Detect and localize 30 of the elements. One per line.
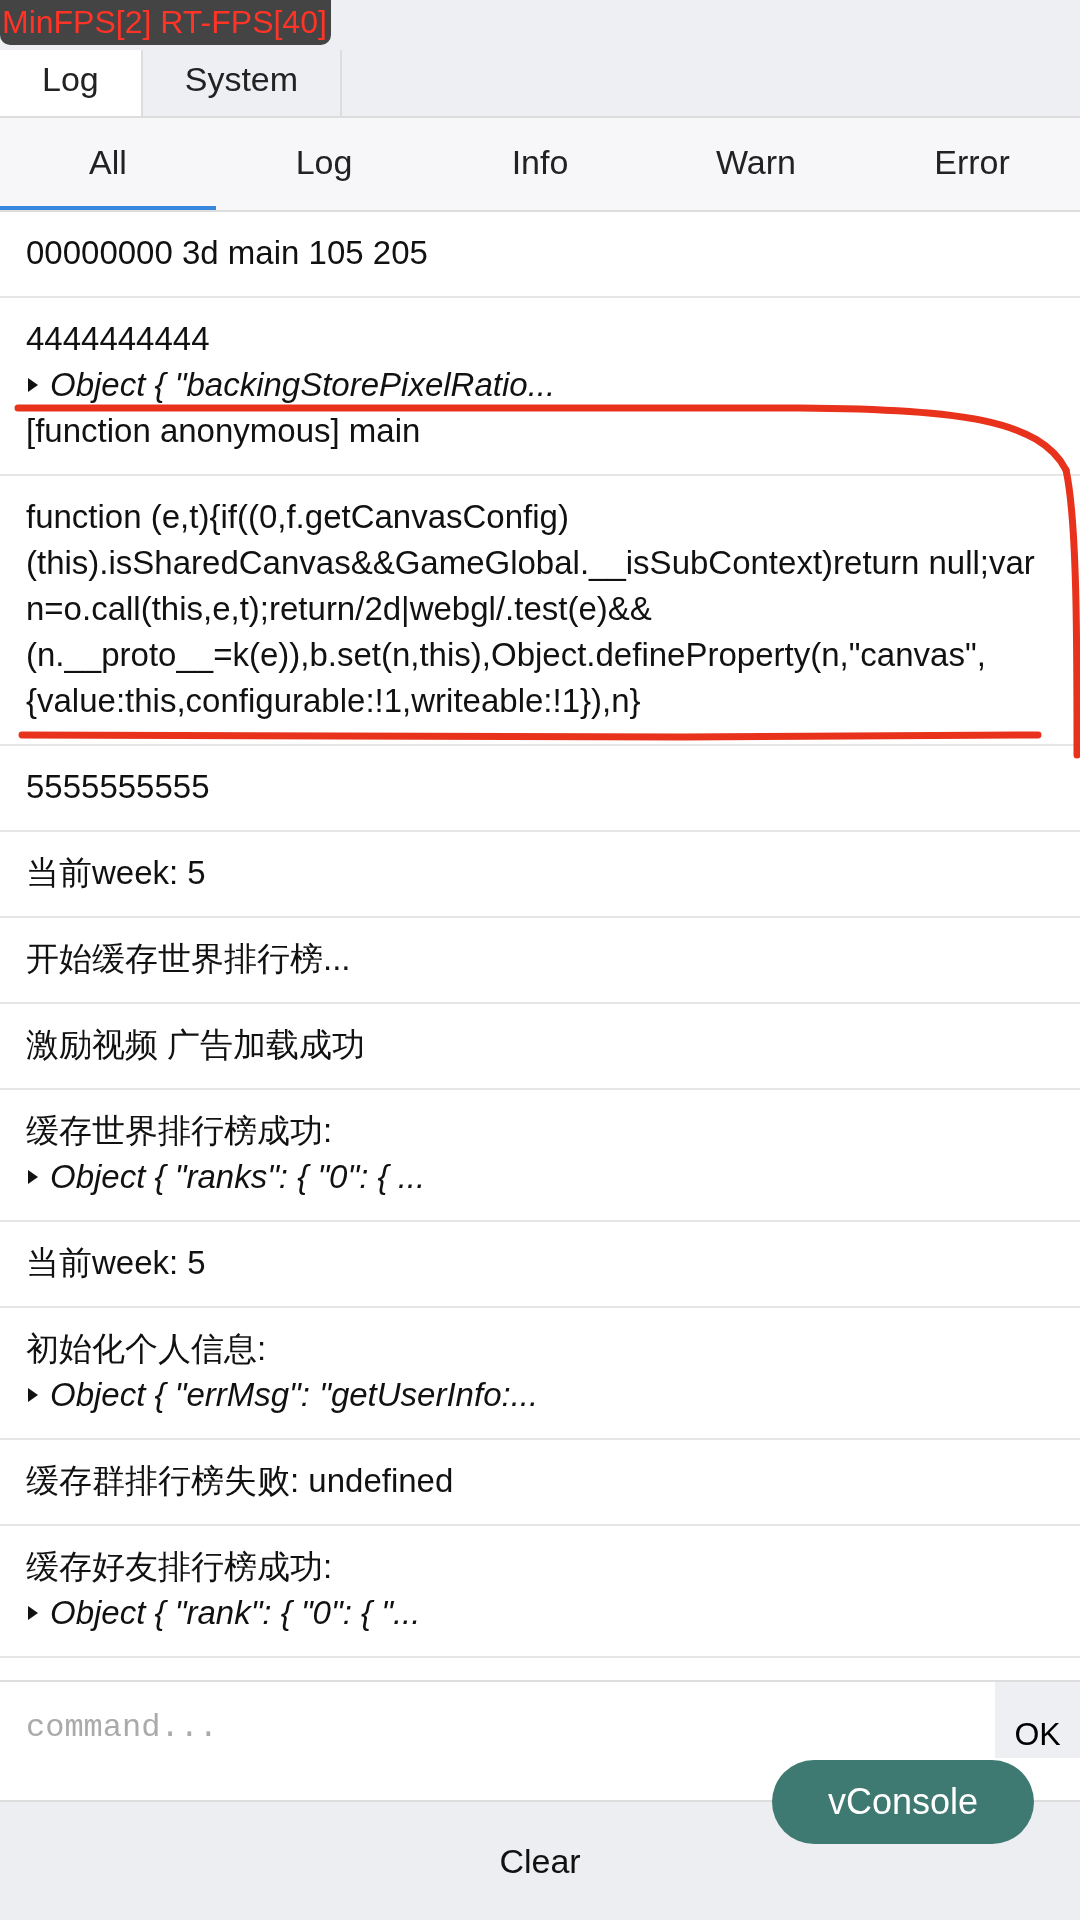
ok-button[interactable]: OK [995, 1682, 1080, 1758]
log-object[interactable]: Object { "rank": { "0": { "... [50, 1590, 421, 1636]
log-text: 缓存群排行榜失败: undefined [26, 1461, 454, 1501]
log-text: 当前week: 5 [26, 853, 206, 893]
caret-icon[interactable] [26, 376, 40, 394]
filter-tab[interactable]: Error [864, 118, 1080, 210]
caret-icon[interactable] [26, 1386, 40, 1404]
log-text: 激励视频 广告加载成功 [26, 1025, 366, 1065]
log-text: [function anonymous] main [26, 411, 421, 451]
log-text: 当前week: 5 [26, 1243, 206, 1283]
filter-tab[interactable]: Info [432, 118, 648, 210]
caret-icon[interactable] [26, 1168, 40, 1186]
log-text: 00000000 3d main 105 205 [26, 233, 428, 273]
log-text: 缓存好友排行榜成功: [26, 1547, 333, 1587]
log-object[interactable]: Object { "ranks": { "0": { ... [50, 1154, 426, 1200]
fps-badge: MinFPS[2] RT-FPS[40] [0, 0, 331, 45]
vconsole-button[interactable]: vConsole [772, 1760, 1034, 1844]
filter-tab[interactable]: Log [216, 118, 432, 210]
filter-tab[interactable]: All [0, 118, 216, 210]
log-object[interactable]: Object { "errMsg": "getUserInfo:... [50, 1372, 539, 1418]
caret-icon[interactable] [26, 1604, 40, 1622]
log-text: function (e,t){if((0,f.getCanvasConfig)(this).isSharedCanvas&&GameGlobal.__isSubContext)return null;var n=o.call(this,e,t);return/2d|webgl/.test(e)&&(n.__proto__=k(e)),b.set(n,this),Object.defineProperty(n,"canvas",{value:this,configurable:!1,writeable:!1}),n} [26, 497, 1036, 721]
log-text: 缓存世界排行榜成功: [26, 1111, 333, 1151]
log-text: 4444444444 [26, 319, 210, 359]
log-text: 5555555555 [26, 767, 210, 807]
log-text: 初始化个人信息: [26, 1329, 267, 1369]
filter-tab[interactable]: Warn [648, 118, 864, 210]
log-text: 开始缓存世界排行榜... [26, 939, 351, 979]
tab[interactable]: Log [0, 50, 143, 116]
log-object[interactable]: Object { "backingStorePixelRatio... [50, 362, 556, 408]
